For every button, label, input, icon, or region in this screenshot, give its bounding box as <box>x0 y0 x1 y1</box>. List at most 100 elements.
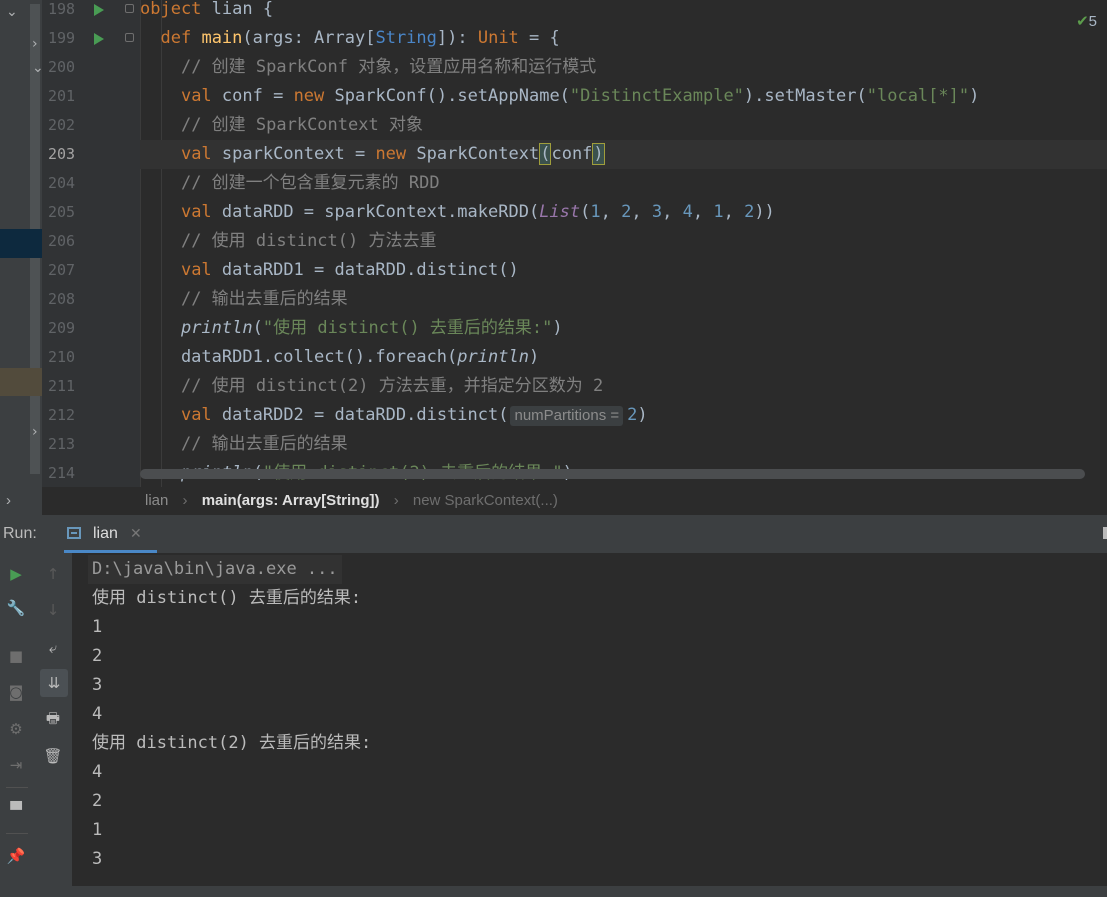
line-number: 204 <box>48 174 76 192</box>
code-line[interactable]: // 使用 distinct(2) 方法去重，并指定分区数为 2 <box>140 372 1107 401</box>
chevron-right-icon[interactable]: › <box>6 487 11 515</box>
line-number: 201 <box>48 87 76 105</box>
gutter-row: 203 <box>42 140 140 169</box>
breadcrumb-item-object[interactable]: lian <box>145 492 168 509</box>
soft-wrap-icon[interactable]: ⤶ <box>42 637 64 659</box>
close-icon[interactable]: ✕ <box>130 525 142 542</box>
toolwindow-options-icon[interactable] <box>1103 527 1107 539</box>
code-line[interactable]: println("使用 distinct() 去重后的结果:") <box>140 314 1107 343</box>
breadcrumb-item-main[interactable]: main(args: Array[String]) <box>202 492 380 509</box>
console-icon <box>67 527 81 539</box>
gutter-row: 202 <box>42 111 140 140</box>
run-toolbar-secondary: ↑ ↓ ⤶ ⇊ 🖶 🗑 <box>34 553 72 887</box>
run-tab-lian[interactable]: lian ✕ <box>64 515 157 553</box>
line-number: 200 <box>48 58 76 76</box>
wrench-icon[interactable]: 🔧 <box>5 597 27 619</box>
breadcrumb: › lian › main(args: Array[String]) › new… <box>0 487 1107 515</box>
rerun-icon[interactable]: ▶ <box>5 563 27 585</box>
fold-icon[interactable] <box>125 4 134 13</box>
code-line[interactable]: // 输出去重后的结果 <box>140 285 1107 314</box>
code-line[interactable]: // 创建一个包含重复元素的 RDD <box>140 169 1107 198</box>
code-line[interactable]: def main(args: Array[String]): Unit = { <box>140 24 1107 53</box>
line-number: 198 <box>48 0 76 18</box>
code-line[interactable]: // 创建 SparkContext 对象 <box>140 111 1107 140</box>
line-number: 202 <box>48 116 76 134</box>
code-editor[interactable]: ⌄ › ⌄ › 198 199 200 201 202 203 204 205 206 207 20… <box>0 0 1107 487</box>
chevron-down-icon[interactable]: ⌄ <box>6 4 18 20</box>
layout-icon[interactable]: ▀ <box>5 799 27 821</box>
fold-icon[interactable] <box>125 33 134 42</box>
code-line[interactable]: val dataRDD = sparkContext.makeRDD(List(… <box>140 198 1107 227</box>
line-number: 211 <box>48 377 76 395</box>
code-area[interactable]: object lian { def main(args: Array[Strin… <box>140 0 1107 487</box>
line-number: 203 <box>48 145 76 163</box>
gutter-row: 200 <box>42 53 140 82</box>
scroll-to-end-icon[interactable]: ⇊ <box>40 669 68 697</box>
breadcrumb-separator-icon: › <box>182 492 188 509</box>
line-number: 209 <box>48 319 76 337</box>
code-line[interactable]: // 使用 distinct() 方法去重 <box>140 227 1107 256</box>
gutter-row: 205 <box>42 198 140 227</box>
gutter-row: 212 <box>42 401 140 430</box>
breadcrumb-separator-icon: › <box>393 492 399 509</box>
gear-icon[interactable]: ⚙ <box>5 718 27 740</box>
code-line[interactable]: val conf = new SparkConf().setAppName("D… <box>140 82 1107 111</box>
arrow-down-icon[interactable]: ↓ <box>42 599 64 621</box>
run-toolbar-primary: ▶ 🔧 ■ ◙ ⚙ ⇥ ▀ 📌 <box>0 553 34 887</box>
trash-icon[interactable]: 🗑 <box>42 745 64 767</box>
console-output-line: 4 <box>92 704 103 724</box>
console-output-line: 3 <box>92 849 103 869</box>
chevron-right-icon[interactable]: › <box>32 36 38 52</box>
print-icon[interactable]: 🖶 <box>42 709 64 731</box>
code-line[interactable]: val dataRDD1 = dataRDD.distinct() <box>140 256 1107 285</box>
left-tool-strip: ⌄ › ⌄ › <box>0 0 44 487</box>
console-output-line: 2 <box>92 791 103 811</box>
toolbar-divider <box>6 833 28 834</box>
code-line[interactable]: // 输出去重后的结果 <box>140 430 1107 459</box>
run-gutter-icon[interactable] <box>94 33 104 45</box>
console-output-line: 1 <box>92 617 103 637</box>
console-output-line: 使用 distinct() 去重后的结果: <box>92 588 362 608</box>
gutter-row: 198 <box>42 0 140 24</box>
arrow-up-icon[interactable]: ↑ <box>42 563 64 585</box>
chevron-right-icon[interactable]: › <box>32 424 38 440</box>
run-gutter-icon[interactable] <box>94 4 104 16</box>
line-number: 208 <box>48 290 76 308</box>
gutter-row: 201 <box>42 82 140 111</box>
line-number: 214 <box>48 464 76 482</box>
horizontal-scrollbar[interactable] <box>140 469 1085 479</box>
line-number: 205 <box>48 203 76 221</box>
gutter-row: 208 <box>42 285 140 314</box>
console-output[interactable]: D:\java\bin\java.exe ... 使用 distinct() 去重… <box>72 553 1107 887</box>
console-output-line: 3 <box>92 675 103 695</box>
problems-count: 5 <box>1088 13 1097 30</box>
console-command-line[interactable]: D:\java\bin\java.exe ... <box>88 555 342 584</box>
line-number: 210 <box>48 348 76 366</box>
code-line[interactable]: val dataRDD2 = dataRDD.distinct(numParti… <box>140 401 1107 430</box>
camera-icon[interactable]: ◙ <box>5 681 27 703</box>
code-line[interactable]: dataRDD1.collect().foreach(println) <box>140 343 1107 372</box>
run-label: Run: <box>3 525 37 542</box>
code-line[interactable]: object lian { <box>140 0 1107 24</box>
pin-icon[interactable]: 📌 <box>5 845 27 867</box>
exit-icon[interactable]: ⇥ <box>5 754 27 776</box>
stop-icon[interactable]: ■ <box>5 645 27 667</box>
line-number: 207 <box>48 261 76 279</box>
inspection-status[interactable]: ✔5 <box>1076 12 1097 30</box>
check-icon: ✔ <box>1076 13 1089 30</box>
gutter-row: 213 <box>42 430 140 459</box>
run-toolwindow-header: Run: lian ✕ <box>0 515 1107 553</box>
gutter-row: 207 <box>42 256 140 285</box>
gutter-row: 210 <box>42 343 140 372</box>
run-tab-label: lian <box>93 525 118 542</box>
code-line[interactable]: // 创建 SparkConf 对象，设置应用名称和运行模式 <box>140 53 1107 82</box>
gutter-row: 206 <box>42 227 140 256</box>
line-number: 206 <box>48 232 76 250</box>
run-panel: ▶ 🔧 ■ ◙ ⚙ ⇥ ▀ 📌 ↑ ↓ ⤶ ⇊ 🖶 🗑 D:\java\bin\… <box>0 553 1107 897</box>
breadcrumb-left-strip: › <box>0 487 42 515</box>
line-number: 212 <box>48 406 76 424</box>
highlight-marker <box>0 368 42 396</box>
code-line[interactable]: val sparkContext = new SparkContext(conf… <box>140 140 1107 169</box>
selection-marker <box>0 229 42 258</box>
breadcrumb-item-context[interactable]: new SparkContext(...) <box>413 492 558 509</box>
